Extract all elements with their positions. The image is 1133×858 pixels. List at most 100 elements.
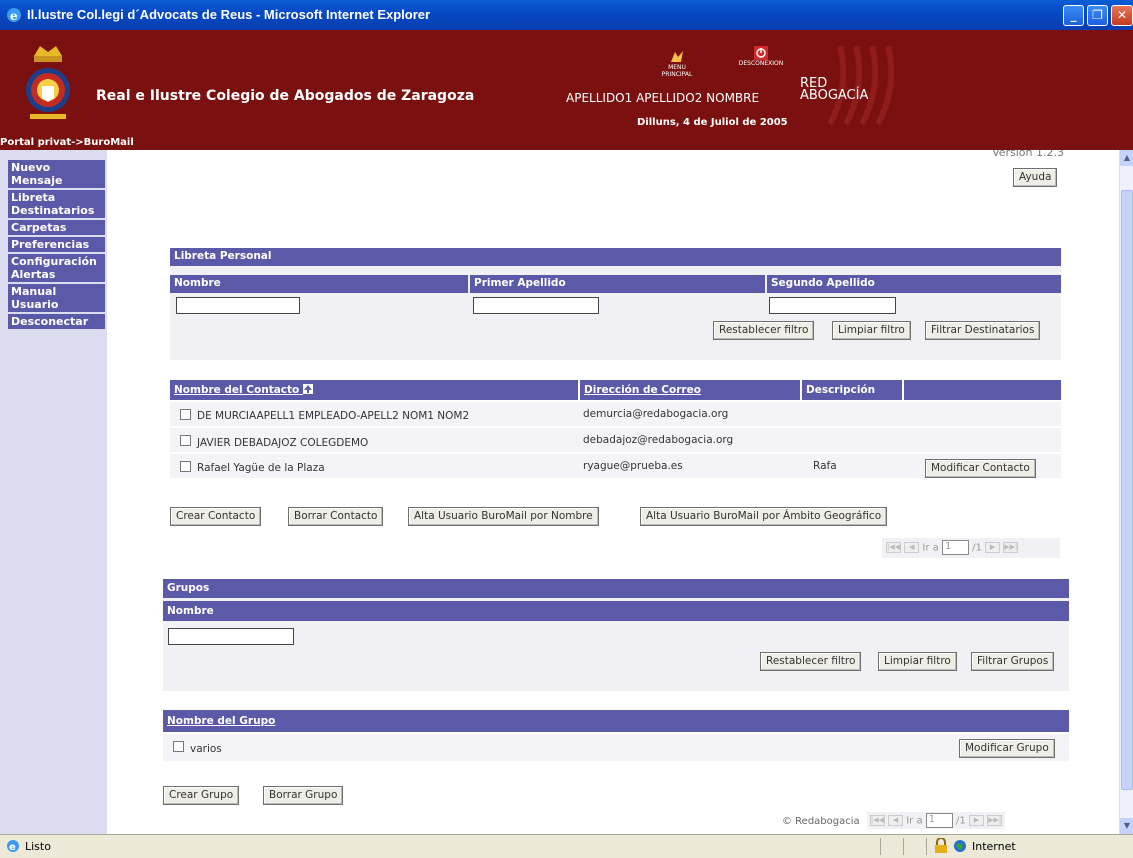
power-icon: [754, 46, 768, 60]
crear-grupo-button[interactable]: Crear Grupo: [163, 786, 240, 805]
org-title: Real e Ilustre Colegio de Abogados de Za…: [96, 88, 475, 104]
group-row: varios: [163, 734, 1069, 762]
pager-ir-a-label: Ir a: [922, 542, 939, 554]
desconexion-link[interactable]: DESCONEXION: [735, 46, 787, 67]
nombre-filter-input[interactable]: [176, 297, 300, 314]
page-number-input[interactable]: 1: [941, 540, 969, 555]
group-checkbox[interactable]: [173, 741, 184, 752]
pager-ir-a-label: Ir a: [906, 815, 923, 827]
menu-principal-link[interactable]: MENU PRINCIPAL: [657, 50, 697, 78]
current-date: Dilluns, 4 de Juliol de 2005: [637, 117, 788, 128]
lock-icon: [935, 838, 947, 853]
pager-total: /1: [972, 542, 982, 554]
grupos-col-nombre: Nombre: [163, 601, 1069, 621]
contact-row: DE MURCIAAPELL1 EMPLEADO-APELL2 NOM1 NOM…: [170, 402, 1061, 427]
security-zone-label: Internet: [972, 840, 1016, 853]
primer-apellido-filter-input[interactable]: [473, 297, 599, 314]
grupos-restablecer-filtro-button[interactable]: Restablecer filtro: [760, 652, 862, 671]
restablecer-filtro-button[interactable]: Restablecer filtro: [713, 321, 815, 340]
filtrar-grupos-button[interactable]: Filtrar Grupos: [971, 652, 1055, 671]
status-bar: e Listo Internet: [0, 834, 1133, 858]
close-button[interactable]: ✕: [1111, 5, 1133, 26]
col-nombre-contacto-label: Nombre del Contacto: [174, 384, 300, 396]
contact-checkbox[interactable]: [180, 461, 191, 472]
segundo-apellido-filter-input[interactable]: [769, 297, 896, 314]
scroll-thumb[interactable]: [1121, 190, 1133, 790]
nav-desconectar[interactable]: Desconectar: [8, 314, 105, 329]
col-nombre-grupo[interactable]: Nombre del Grupo: [163, 710, 1069, 732]
contact-email: ryague@prueba.es: [583, 460, 683, 472]
nav-libreta-destinatarios[interactable]: Libreta Destinatarios: [8, 190, 105, 218]
filter-col-nombre: Nombre: [170, 275, 468, 293]
first-page-icon[interactable]: |◀◀: [886, 542, 901, 553]
contact-row: JAVIER DEBADAJOZ COLEGDEMO debadajoz@red…: [170, 428, 1061, 453]
contact-checkbox[interactable]: [180, 435, 191, 446]
contact-name: DE MURCIAAPELL1 EMPLEADO-APELL2 NOM1 NOM…: [197, 410, 470, 422]
nav-configuracion-alertas[interactable]: Configuración Alertas: [8, 254, 105, 282]
crear-contacto-button[interactable]: Crear Contacto: [170, 507, 262, 526]
col-descripcion: Descripción: [802, 380, 902, 400]
site-header: Real e Ilustre Colegio de Abogados de Za…: [0, 30, 1133, 150]
desconexion-label: DESCONEXION: [738, 60, 784, 67]
contact-checkbox[interactable]: [180, 409, 191, 420]
nav-manual-usuario[interactable]: Manual Usuario: [8, 284, 105, 312]
modificar-contacto-button[interactable]: Modificar Contacto: [925, 459, 1036, 478]
filter-col-segundo-apellido: Segundo Apellido: [767, 275, 1061, 293]
maximize-button[interactable]: ❐: [1087, 5, 1108, 26]
scroll-down-icon[interactable]: ▼: [1120, 818, 1133, 834]
version-label: Version 1.2.3: [992, 150, 1064, 159]
contact-email: demurcia@redabogacia.org: [583, 408, 729, 420]
menu-principal-label: MENU PRINCIPAL: [661, 64, 693, 78]
next-page-icon[interactable]: ▶: [968, 815, 984, 826]
svg-text:e: e: [9, 842, 16, 853]
user-name: APELLIDO1 APELLIDO2 NOMBRE: [566, 91, 760, 105]
copyright-text: © Redabogacia: [782, 815, 860, 827]
minimize-button[interactable]: _: [1063, 5, 1084, 26]
alta-usuario-nombre-button[interactable]: Alta Usuario BuroMail por Nombre: [408, 507, 599, 526]
modificar-grupo-button[interactable]: Modificar Grupo: [959, 739, 1055, 758]
contacts-pager: |◀◀ ◀ Ir a 1 /1 ▶ ▶▶|: [882, 538, 1060, 558]
nav-preferencias[interactable]: Preferencias: [8, 237, 105, 252]
contact-name: Rafael Yagüe de la Plaza: [197, 462, 325, 474]
scroll-up-icon[interactable]: ▲: [1120, 150, 1133, 166]
prev-page-icon[interactable]: ◀: [904, 542, 920, 553]
window-title: Il.lustre Col.legi d´Advocats de Reus - …: [27, 7, 431, 22]
first-page-icon[interactable]: |◀◀: [869, 815, 885, 826]
pager-total: /1: [955, 815, 966, 827]
breadcrumb: Portal privat->BuroMail: [0, 137, 134, 148]
nav-nuevo-mensaje[interactable]: Nuevo Mensaje: [8, 160, 105, 188]
group-name: varios: [190, 743, 222, 755]
grupo-nombre-filter-input[interactable]: [168, 628, 294, 645]
logo-abogacia-text: ABOGACÍA: [800, 88, 869, 103]
col-actions-header: [904, 380, 1061, 400]
col-nombre-contacto[interactable]: Nombre del Contacto: [170, 380, 578, 400]
grupos-limpiar-filtro-button[interactable]: Limpiar filtro: [878, 652, 957, 671]
borrar-contacto-button[interactable]: Borrar Contacto: [288, 507, 384, 526]
internet-explorer-icon: e: [7, 8, 21, 23]
borrar-grupo-button[interactable]: Borrar Grupo: [263, 786, 344, 805]
vertical-scrollbar[interactable]: ▲ ▼: [1119, 150, 1133, 834]
last-page-icon[interactable]: ▶▶|: [987, 815, 1003, 826]
libreta-panel-title: Libreta Personal: [170, 248, 1061, 266]
svg-text:e: e: [10, 9, 18, 23]
sort-ascending-icon[interactable]: [302, 384, 313, 394]
limpiar-filtro-button[interactable]: Limpiar filtro: [832, 321, 911, 340]
prev-page-icon[interactable]: ◀: [888, 815, 904, 826]
contact-name: JAVIER DEBADAJOZ COLEGDEMO: [197, 437, 369, 449]
menu-principal-icon: [671, 51, 683, 62]
ayuda-button[interactable]: Ayuda: [1013, 168, 1058, 187]
internet-zone-icon: [954, 840, 966, 852]
page-number-input[interactable]: 1: [925, 813, 953, 828]
main-content: Version 1.2.3 Ayuda Libreta Personal Nom…: [107, 150, 1119, 834]
nav-carpetas[interactable]: Carpetas: [8, 220, 105, 235]
alta-usuario-ambito-button[interactable]: Alta Usuario BuroMail por Ámbito Geográf…: [640, 507, 888, 526]
filter-col-primer-apellido: Primer Apellido: [470, 275, 765, 293]
next-page-icon[interactable]: ▶: [985, 542, 1001, 553]
contact-email: debadajoz@redabogacia.org: [583, 434, 734, 446]
groups-pager: © Redabogacia |◀◀ ◀ Ir a 1 /1 ▶ ▶▶|: [778, 810, 1068, 832]
contact-description: Rafa: [813, 460, 837, 472]
filtrar-destinatarios-button[interactable]: Filtrar Destinatarios: [925, 321, 1041, 340]
status-text: Listo: [25, 840, 51, 853]
col-direccion-correo[interactable]: Dirección de Correo: [580, 380, 800, 400]
last-page-icon[interactable]: ▶▶|: [1003, 542, 1019, 553]
